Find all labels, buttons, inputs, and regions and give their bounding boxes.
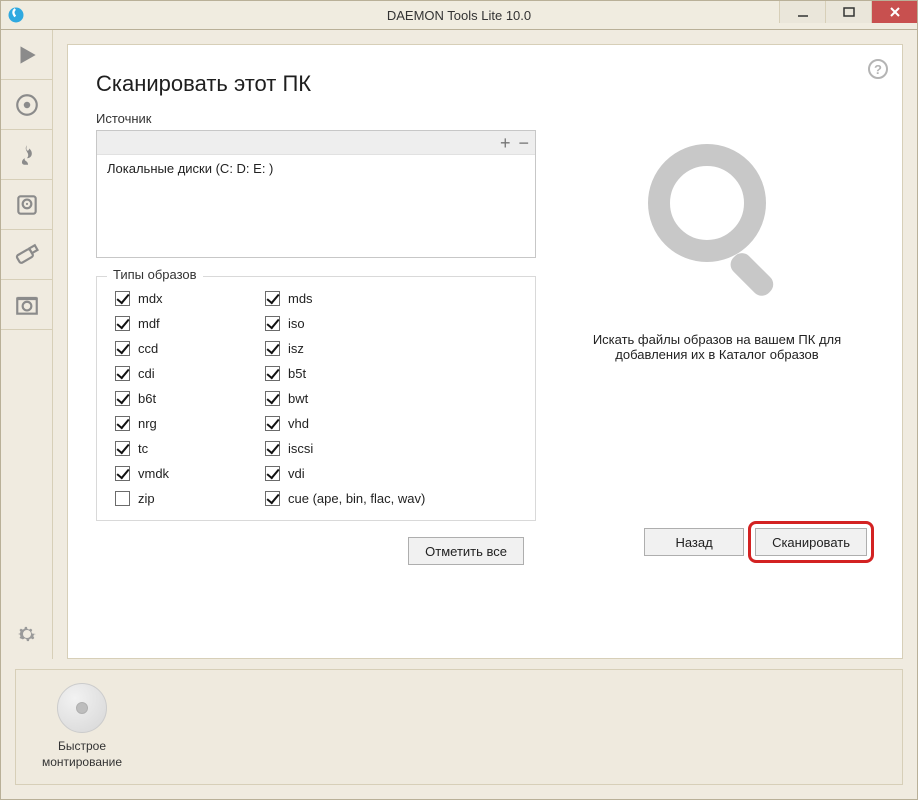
checkbox-icon	[115, 416, 130, 431]
sidebar	[1, 30, 53, 659]
checkbox-icon	[265, 466, 280, 481]
checkbox-label: b6t	[138, 391, 156, 406]
checkbox-icon	[265, 316, 280, 331]
type-checkbox-b6t[interactable]: b6t	[115, 391, 265, 406]
checkbox-label: vmdk	[138, 466, 169, 481]
checkbox-label: vdi	[288, 466, 305, 481]
checkbox-label: zip	[138, 491, 155, 506]
checkbox-icon	[265, 366, 280, 381]
close-button[interactable]	[871, 1, 917, 23]
sidebar-item-play[interactable]	[1, 30, 52, 80]
select-all-button[interactable]: Отметить все	[408, 537, 524, 565]
sidebar-item-drive[interactable]	[1, 180, 52, 230]
source-label: Источник	[96, 111, 536, 126]
type-checkbox-isz[interactable]: isz	[265, 341, 517, 356]
checkbox-icon	[265, 391, 280, 406]
disc-icon	[14, 92, 40, 118]
checkbox-label: tc	[138, 441, 148, 456]
magnifier-icon	[632, 131, 802, 306]
checkbox-icon	[265, 416, 280, 431]
hdd-icon	[14, 192, 40, 218]
source-list: + − Локальные диски (C: D: E: )	[96, 130, 536, 258]
checkbox-icon	[115, 466, 130, 481]
usb-icon	[14, 242, 40, 268]
main-panel: ? Сканировать этот ПК Источник + − Локал…	[67, 44, 903, 659]
checkbox-label: cdi	[138, 366, 155, 381]
checkbox-icon	[115, 491, 130, 506]
gear-icon	[15, 622, 39, 646]
checkbox-label: iscsi	[288, 441, 313, 456]
type-checkbox-iscsi[interactable]: iscsi	[265, 441, 517, 456]
back-button[interactable]: Назад	[644, 528, 744, 556]
sidebar-item-burn[interactable]	[1, 130, 52, 180]
type-checkbox-vdi[interactable]: vdi	[265, 466, 517, 481]
help-icon[interactable]: ?	[868, 59, 888, 79]
type-checkbox-mds[interactable]: mds	[265, 291, 517, 306]
checkbox-label: mdx	[138, 291, 163, 306]
image-types-fieldset: Типы образов mdxmdfccdcdib6tnrgtcvmdkzip…	[96, 276, 536, 521]
type-checkbox-nrg[interactable]: nrg	[115, 416, 265, 431]
image-types-legend: Типы образов	[107, 267, 203, 282]
type-checkbox-zip[interactable]: zip	[115, 491, 265, 506]
type-checkbox-tc[interactable]: tc	[115, 441, 265, 456]
checkbox-label: vhd	[288, 416, 309, 431]
quick-mount-label: Быстрое монтирование	[34, 739, 130, 770]
type-checkbox-cue[interactable]: cue (ape, bin, flac, wav)	[265, 491, 517, 506]
flame-icon	[14, 142, 40, 168]
quick-mount-icon	[57, 683, 107, 733]
sidebar-item-scan[interactable]	[1, 280, 52, 330]
checkbox-icon	[115, 441, 130, 456]
checkbox-label: cue (ape, bin, flac, wav)	[288, 491, 425, 506]
checkbox-label: ccd	[138, 341, 158, 356]
source-remove-button[interactable]: −	[518, 134, 529, 152]
minimize-button[interactable]	[779, 1, 825, 23]
quick-mount-button[interactable]: Быстрое монтирование	[34, 683, 130, 770]
checkbox-icon	[115, 291, 130, 306]
checkbox-label: mds	[288, 291, 313, 306]
checkbox-label: bwt	[288, 391, 308, 406]
checkbox-label: b5t	[288, 366, 306, 381]
maximize-button[interactable]	[825, 1, 871, 23]
type-checkbox-vmdk[interactable]: vmdk	[115, 466, 265, 481]
checkbox-icon	[265, 441, 280, 456]
checkbox-icon	[115, 391, 130, 406]
checkbox-icon	[265, 341, 280, 356]
source-add-button[interactable]: +	[500, 134, 511, 152]
checkbox-label: isz	[288, 341, 304, 356]
sidebar-item-disc[interactable]	[1, 80, 52, 130]
checkbox-icon	[115, 341, 130, 356]
checkbox-icon	[115, 366, 130, 381]
scan-button[interactable]: Сканировать	[755, 528, 867, 556]
sidebar-item-usb[interactable]	[1, 230, 52, 280]
titlebar: DAEMON Tools Lite 10.0	[0, 0, 918, 30]
type-checkbox-mdx[interactable]: mdx	[115, 291, 265, 306]
type-checkbox-b5t[interactable]: b5t	[265, 366, 517, 381]
checkbox-label: nrg	[138, 416, 157, 431]
footer: Быстрое монтирование	[15, 669, 903, 785]
type-checkbox-ccd[interactable]: ccd	[115, 341, 265, 356]
type-checkbox-iso[interactable]: iso	[265, 316, 517, 331]
type-checkbox-cdi[interactable]: cdi	[115, 366, 265, 381]
scan-icon	[14, 292, 40, 318]
type-checkbox-bwt[interactable]: bwt	[265, 391, 517, 406]
checkbox-label: iso	[288, 316, 305, 331]
checkbox-icon	[115, 316, 130, 331]
source-entry[interactable]: Локальные диски (C: D: E: )	[97, 155, 535, 182]
checkbox-icon	[265, 291, 280, 306]
type-checkbox-vhd[interactable]: vhd	[265, 416, 517, 431]
play-icon	[14, 42, 40, 68]
sidebar-item-settings[interactable]	[1, 609, 52, 659]
type-checkbox-mdf[interactable]: mdf	[115, 316, 265, 331]
scan-button-highlight: Сканировать	[748, 521, 874, 563]
page-title: Сканировать этот ПК	[96, 71, 874, 97]
app-icon	[7, 6, 25, 24]
hint-text: Искать файлы образов на вашем ПК для доб…	[577, 332, 857, 362]
checkbox-icon	[265, 491, 280, 506]
checkbox-label: mdf	[138, 316, 160, 331]
